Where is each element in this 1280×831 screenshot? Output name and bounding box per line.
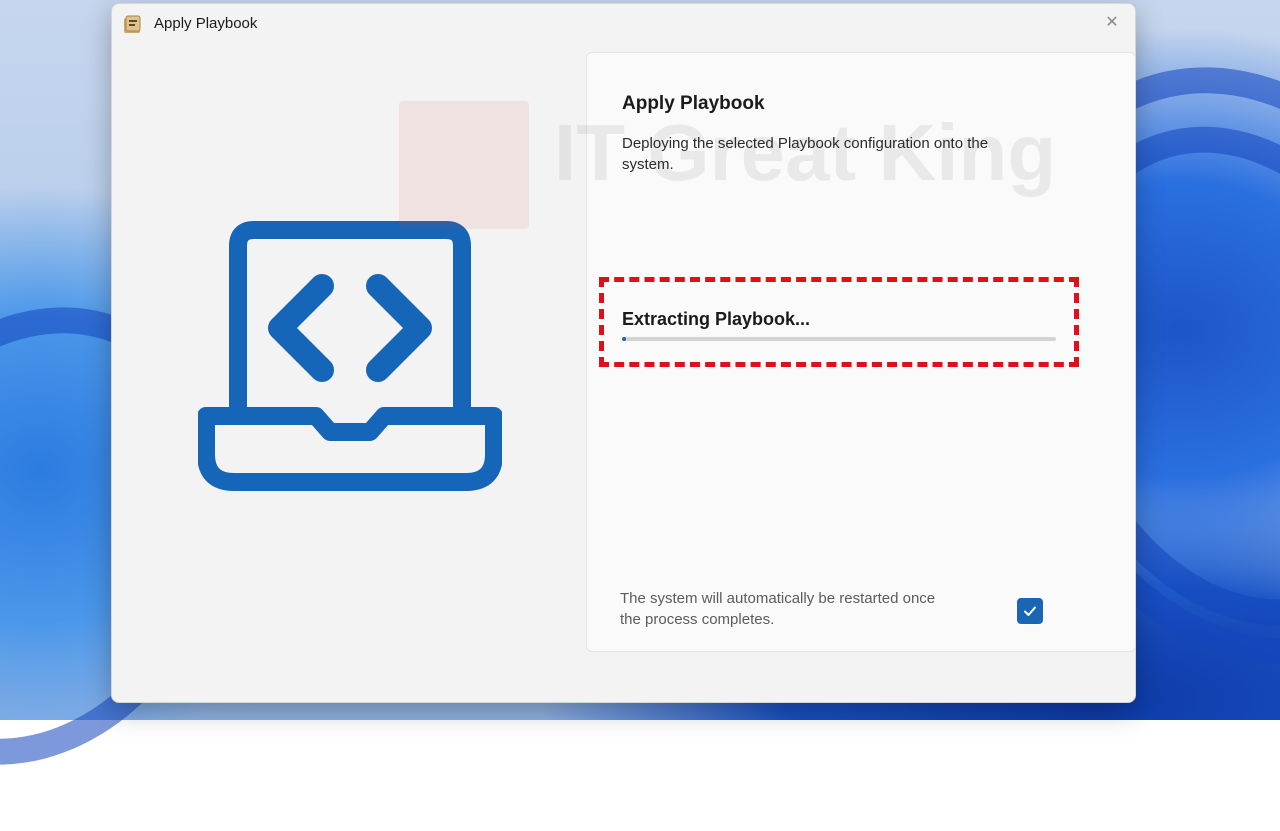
progress-status-label: Extracting Playbook...	[622, 309, 811, 329]
title-bar: Apply Playbook ✕	[112, 4, 1135, 44]
panel-description: Deploying the selected Playbook configur…	[622, 135, 989, 173]
close-button[interactable]: ✕	[1089, 4, 1135, 40]
auto-restart-checkbox[interactable]	[1017, 598, 1043, 624]
progress-bar	[622, 337, 1056, 341]
apply-playbook-window: Apply Playbook ✕ IT Great King Apply Pla…	[111, 3, 1136, 703]
progress-bar-fill	[622, 337, 627, 341]
close-icon: ✕	[1105, 14, 1119, 31]
playbook-app-icon	[122, 14, 144, 36]
checkmark-icon	[1024, 606, 1036, 616]
restart-note: The system will automatically be restart…	[620, 590, 936, 628]
panel-heading: Apply Playbook	[622, 93, 765, 114]
laptop-code-icon	[197, 220, 503, 492]
watermark-figure	[399, 101, 529, 229]
window-title: Apply Playbook	[154, 15, 258, 32]
content-panel: IT Great King Apply Playbook Deploying t…	[399, 52, 1135, 652]
